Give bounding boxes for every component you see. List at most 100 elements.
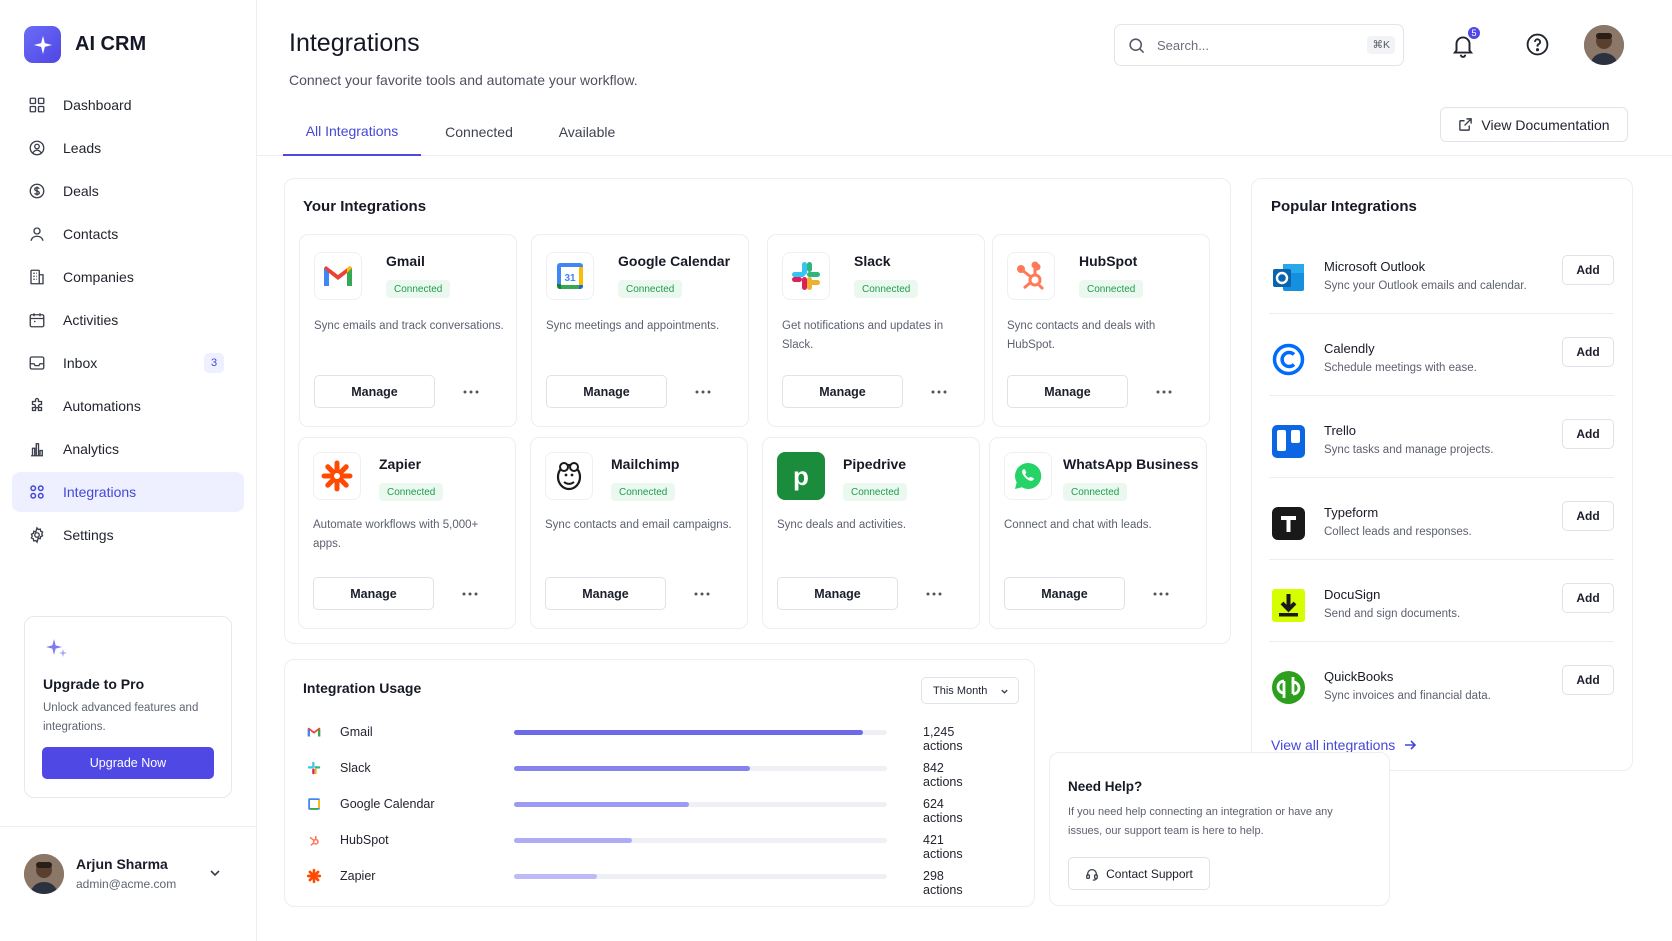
more-options-icon[interactable]: [694, 383, 712, 401]
status-badge: Connected: [386, 280, 451, 298]
sidebar-item-automations[interactable]: Automations: [12, 386, 244, 426]
search-shortcut: ⌘K: [1367, 36, 1395, 54]
sidebar-item-deals[interactable]: Deals: [12, 171, 244, 211]
slack-icon: [782, 252, 830, 300]
more-options-icon[interactable]: [930, 383, 948, 401]
sidebar-item-integrations[interactable]: Integrations: [12, 472, 244, 512]
popular-description: Sync invoices and financial data.: [1324, 690, 1491, 702]
usage-bar: [514, 874, 887, 879]
more-options-icon[interactable]: [693, 585, 711, 603]
sidebar-item-label: Analytics: [63, 441, 120, 457]
avatar[interactable]: [24, 854, 64, 894]
header-avatar[interactable]: [1584, 25, 1624, 65]
manage-button[interactable]: Manage: [777, 577, 898, 610]
add-button[interactable]: Add: [1562, 501, 1614, 531]
app-name: AI CRM: [75, 33, 147, 55]
hubspot-icon: [1007, 252, 1055, 300]
google-calendar-icon: [308, 798, 320, 810]
add-button[interactable]: Add: [1562, 583, 1614, 613]
your-integrations-title: Your Integrations: [303, 198, 427, 215]
popular-description: Send and sign documents.: [1324, 608, 1461, 620]
upgrade-title: Upgrade to Pro: [43, 676, 145, 692]
manage-button[interactable]: Manage: [1004, 577, 1125, 610]
view-documentation-button[interactable]: View Documentation: [1440, 107, 1628, 142]
sidebar-item-leads[interactable]: Leads: [12, 128, 244, 168]
usage-name: HubSpot: [340, 833, 389, 847]
search-bar[interactable]: ⌘K: [1114, 24, 1404, 66]
contact-support-button[interactable]: Contact Support: [1068, 857, 1210, 890]
sidebar-item-dashboard[interactable]: Dashboard: [12, 85, 244, 125]
sidebar-item-label: Contacts: [63, 226, 119, 242]
need-help-text: If you need help connecting an integrati…: [1068, 806, 1333, 837]
add-button[interactable]: Add: [1562, 419, 1614, 449]
integration-name: HubSpot: [1079, 253, 1138, 269]
sidebar-item-inbox[interactable]: Inbox 3: [12, 343, 244, 383]
upgrade-card: Upgrade to Pro Unlock advanced features …: [24, 616, 232, 798]
sidebar-item-analytics[interactable]: Analytics: [12, 429, 244, 469]
usage-bar-fill: [514, 874, 598, 879]
view-all-integrations-link[interactable]: View all integrations: [1271, 737, 1417, 753]
more-options-icon[interactable]: [461, 585, 479, 603]
more-options-icon[interactable]: [925, 585, 943, 603]
user-icon: [30, 227, 44, 241]
divider: [1269, 395, 1614, 396]
page-title: Integrations: [289, 29, 420, 57]
usage-name: Gmail: [340, 725, 373, 739]
popular-item-trello: Trello Sync tasks and manage projects. A…: [1271, 416, 1614, 498]
inbox-count-badge: 3: [204, 353, 224, 373]
search-input[interactable]: [1157, 37, 1357, 53]
gmail-icon: [314, 252, 362, 300]
popular-name: Trello: [1324, 423, 1357, 438]
tab-available[interactable]: Available: [547, 108, 627, 156]
app-logo[interactable]: AI CRM: [24, 26, 146, 63]
integrations-icon: [30, 485, 44, 499]
usage-bar: [514, 802, 887, 807]
manage-button[interactable]: Manage: [782, 375, 903, 408]
usage-row-google-calendar: Google Calendar 624 actions: [306, 792, 986, 825]
integration-name: Slack: [854, 253, 891, 269]
integration-name: Zapier: [379, 456, 422, 472]
status-badge: Connected: [843, 483, 908, 501]
usage-name: Slack: [340, 761, 371, 775]
status-badge: Connected: [611, 483, 676, 501]
sidebar-item-label: Leads: [63, 140, 102, 156]
sidebar-item-contacts[interactable]: Contacts: [12, 214, 244, 254]
sidebar-item-label: Activities: [63, 312, 119, 328]
add-button[interactable]: Add: [1562, 665, 1614, 695]
integration-card-zapier: Zapier Connected Automate workflows with…: [298, 437, 516, 629]
sidebar-item-activities[interactable]: Activities: [12, 300, 244, 340]
chevron-down-icon: [1001, 689, 1008, 694]
more-options-icon[interactable]: [1152, 585, 1170, 603]
manage-button[interactable]: Manage: [546, 375, 667, 408]
integration-name: Gmail: [386, 253, 425, 269]
integration-description: Sync deals and activities.: [777, 519, 907, 531]
user-name: Arjun Sharma: [76, 856, 168, 872]
more-options-icon[interactable]: [1155, 383, 1173, 401]
manage-button[interactable]: Manage: [545, 577, 666, 610]
chevron-down-icon[interactable]: [209, 867, 221, 879]
sidebar-item-companies[interactable]: Companies: [12, 257, 244, 297]
add-button[interactable]: Add: [1562, 337, 1614, 367]
manage-button[interactable]: Manage: [313, 577, 434, 610]
popular-description: Collect leads and responses.: [1324, 526, 1472, 538]
dollar-icon: [29, 183, 45, 199]
manage-button[interactable]: Manage: [314, 375, 435, 408]
integration-name: Google Calendar: [618, 253, 731, 269]
period-select[interactable]: This Month: [921, 677, 1019, 704]
popular-name: Calendly: [1324, 341, 1375, 356]
trello-icon: [1272, 425, 1305, 458]
manage-button[interactable]: Manage: [1007, 375, 1128, 408]
user-menu[interactable]: Arjun Sharma admin@acme.com: [0, 826, 257, 941]
arrow-right-icon: [1405, 740, 1417, 750]
tab-connected[interactable]: Connected: [433, 108, 525, 156]
help-icon[interactable]: [1525, 32, 1550, 57]
more-options-icon[interactable]: [462, 383, 480, 401]
sidebar-item-settings[interactable]: Settings: [12, 515, 244, 555]
add-button[interactable]: Add: [1562, 255, 1614, 285]
integration-usage-title: Integration Usage: [303, 680, 422, 696]
tab-all-integrations[interactable]: All Integrations: [283, 108, 421, 156]
popular-description: Schedule meetings with ease.: [1324, 362, 1477, 374]
upgrade-now-button[interactable]: Upgrade Now: [42, 747, 214, 779]
view-documentation-label: View Documentation: [1481, 116, 1610, 133]
pipedrive-icon: p: [777, 452, 825, 500]
